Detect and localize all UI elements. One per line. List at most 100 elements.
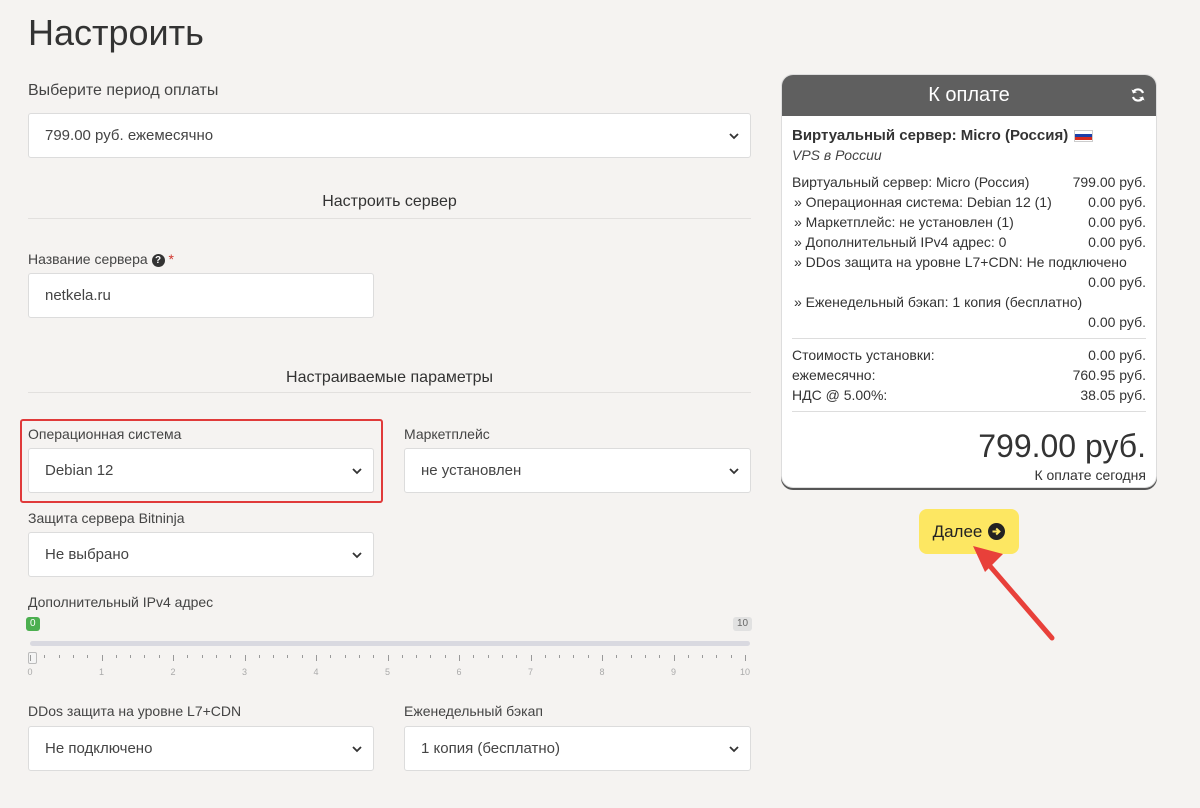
total-label: К оплате сегодня [1034, 467, 1146, 483]
summary-total-row: ежемесячно: 760.95 руб. [792, 365, 1146, 385]
russia-flag-icon [1074, 129, 1094, 142]
summary-line: » DDos защита на уровне L7+CDN: Не подкл… [792, 252, 1146, 272]
billing-period-select[interactable]: 799.00 руб. ежемесячно [28, 113, 751, 158]
slider-minor-tick [373, 655, 375, 658]
slider-tick-label: 8 [599, 667, 605, 677]
slider-minor-tick [401, 655, 403, 658]
summary-line-price: 0.00 руб. [1088, 214, 1146, 230]
slider-tick-label: 4 [313, 667, 319, 677]
slider-minor-tick [630, 655, 632, 658]
slider-major-tick [602, 655, 603, 661]
slider-minor-tick [501, 655, 503, 658]
slider-tick-label: 0 [27, 667, 33, 677]
slider-minor-tick [716, 655, 718, 658]
slider-major-tick [30, 655, 31, 661]
bitninja-value: Не выбрано [45, 546, 129, 563]
slider-tick-label: 10 [739, 667, 751, 677]
summary-line-price: 0.00 руб. [1088, 274, 1146, 290]
summary-line: Виртуальный сервер: Micro (Россия) 799.00… [792, 172, 1146, 192]
slider-major-tick [745, 655, 746, 661]
slider-tick-label: 7 [527, 667, 534, 677]
slider-minor-tick [144, 655, 146, 658]
product-group: VPS в России [792, 147, 882, 163]
summary-line: » Еженедельный бэкап: 1 копия (бесплатно… [792, 292, 1146, 312]
slider-minor-tick [444, 655, 446, 658]
backup-value: 1 копия (бесплатно) [421, 740, 561, 757]
slider-tick-label: 9 [670, 667, 677, 677]
slider-minor-tick [516, 655, 518, 658]
server-name-label: Название сервера ? * [28, 251, 174, 267]
summary-line-price: 0.00 руб. [1088, 194, 1146, 210]
slider-current-value: 0 [26, 617, 40, 631]
summary-totals: Стоимость установки: 0.00 руб. ежемесячно:… [792, 345, 1146, 405]
slider-major-tick [387, 655, 389, 661]
summary-line-price: 799.00 руб. [1072, 174, 1146, 190]
summary-line-price: 0.00 руб. [1088, 234, 1146, 250]
page-title: Настроить [28, 12, 204, 53]
slider-minor-tick [273, 655, 275, 658]
summary-line-label: » Маркетплейс: не установлен (1) [794, 214, 1014, 230]
summary-line-label: » DDos защита на уровне L7+CDN: Не подкл… [794, 254, 1127, 270]
slider-minor-tick [130, 655, 132, 658]
backup-label: Еженедельный бэкап [404, 703, 543, 719]
summary-line: » Дополнительный IPv4 адрес: 0 0.00 руб. [792, 232, 1146, 252]
server-section-title: Настроить сервер [322, 193, 457, 210]
slider-tick-label: 2 [170, 667, 176, 677]
slider-minor-tick [487, 655, 489, 658]
chevron-down-icon [352, 551, 362, 558]
order-summary-body: Виртуальный сервер: Micro (Россия) VPS в… [782, 116, 1156, 483]
order-summary-header: К оплате [782, 75, 1156, 116]
summary-total-price: 0.00 руб. [1088, 347, 1146, 363]
slider-minor-tick [544, 655, 546, 658]
slider-minor-tick [87, 655, 89, 658]
summary-total-price: 38.05 руб. [1080, 387, 1146, 403]
arrow-right-circle-icon [988, 523, 1006, 540]
slider-major-tick [244, 655, 246, 661]
slider-major-tick [101, 655, 103, 661]
slider-major-tick [173, 655, 174, 661]
chevron-down-icon [729, 745, 739, 752]
chevron-down-icon [352, 467, 362, 474]
slider-minor-tick [730, 655, 732, 658]
slider-minor-tick [587, 655, 589, 658]
ddos-select[interactable]: Не подключено [28, 726, 374, 771]
summary-line-label: Виртуальный сервер: Micro (Россия) [792, 174, 1030, 190]
summary-total-label: НДС @ 5.00%: [792, 387, 888, 403]
slider-major-tick [673, 655, 675, 661]
ddos-label: DDos защита на уровне L7+CDN [28, 703, 242, 719]
slider-tick-label: 5 [384, 667, 391, 677]
annotation-arrow-icon [973, 546, 1055, 641]
refresh-icon[interactable] [1130, 87, 1146, 103]
summary-total-row: НДС @ 5.00%: 38.05 руб. [792, 385, 1146, 405]
slider-max-value: 10 [733, 617, 753, 631]
marketplace-label: Маркетплейс [404, 426, 490, 442]
slider-minor-tick [344, 655, 346, 658]
summary-line-label: » Операционная система: Debian 12 (1) [794, 194, 1052, 210]
os-value: Debian 12 [45, 462, 114, 479]
server-name-input[interactable] [28, 273, 374, 318]
divider [28, 218, 751, 219]
bitninja-select[interactable]: Не выбрано [28, 532, 374, 577]
slider-major-tick [316, 655, 317, 661]
os-label: Операционная система [28, 426, 182, 442]
slider-minor-tick [72, 655, 74, 658]
params-section-title: Настраиваемые параметры [286, 369, 493, 386]
slider-tick-label: 3 [241, 667, 248, 677]
summary-line: » Маркетплейс: не установлен (1) 0.00 руб… [792, 212, 1146, 232]
marketplace-select[interactable]: не установлен [404, 448, 751, 493]
slider-minor-tick [187, 655, 189, 658]
backup-select[interactable]: 1 копия (бесплатно) [404, 726, 751, 771]
slider-minor-tick [358, 655, 360, 658]
billing-period-label: Выберите период оплаты [28, 82, 219, 99]
ipv4-slider-track[interactable] [30, 641, 750, 646]
next-button-label: Далее [932, 521, 983, 541]
required-mark: * [168, 251, 174, 267]
slider-major-tick [530, 655, 532, 661]
os-select[interactable]: Debian 12 [28, 448, 374, 493]
slider-minor-tick [330, 655, 332, 658]
question-icon[interactable]: ? [151, 253, 165, 267]
product-name-text: Виртуальный сервер: Micro (Россия) [792, 127, 1069, 144]
slider-minor-tick [473, 655, 475, 658]
slider-minor-tick [559, 655, 561, 658]
slider-tick-label: 6 [456, 667, 462, 677]
